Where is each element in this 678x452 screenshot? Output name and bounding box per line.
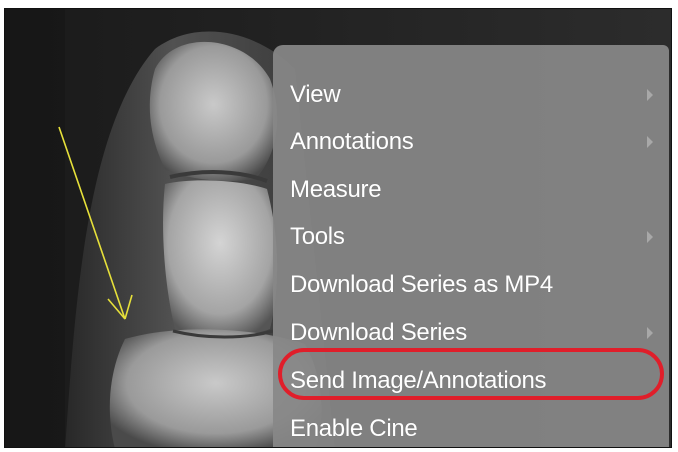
menu-item-view[interactable]: View: [273, 73, 669, 117]
image-viewer-frame: View Annotations Measure Tools Download …: [4, 8, 672, 448]
chevron-right-icon: [647, 327, 653, 339]
menu-item-label: Annotations: [290, 128, 414, 155]
menu-item-download-series-mp4[interactable]: Download Series as MP4: [273, 263, 669, 307]
chevron-right-icon: [647, 89, 653, 101]
menu-item-label: Enable Cine: [290, 415, 418, 442]
menu-item-tools[interactable]: Tools: [273, 215, 669, 259]
menu-item-send-image-annotations[interactable]: Send Image/Annotations: [273, 359, 669, 403]
context-menu: View Annotations Measure Tools Download …: [273, 45, 669, 447]
menu-item-measure[interactable]: Measure: [273, 168, 669, 212]
chevron-right-icon: [647, 136, 653, 148]
menu-item-label: Download Series as MP4: [290, 271, 553, 298]
chevron-right-icon: [647, 231, 653, 243]
menu-item-label: Send Image/Annotations: [290, 367, 547, 394]
menu-item-label: View: [290, 81, 341, 108]
menu-item-enable-cine[interactable]: Enable Cine: [273, 407, 669, 447]
menu-item-label: Measure: [290, 176, 382, 203]
menu-item-label: Download Series: [290, 319, 467, 346]
menu-item-label: Tools: [290, 223, 345, 250]
menu-item-download-series[interactable]: Download Series: [273, 311, 669, 355]
menu-item-annotations[interactable]: Annotations: [273, 120, 669, 164]
